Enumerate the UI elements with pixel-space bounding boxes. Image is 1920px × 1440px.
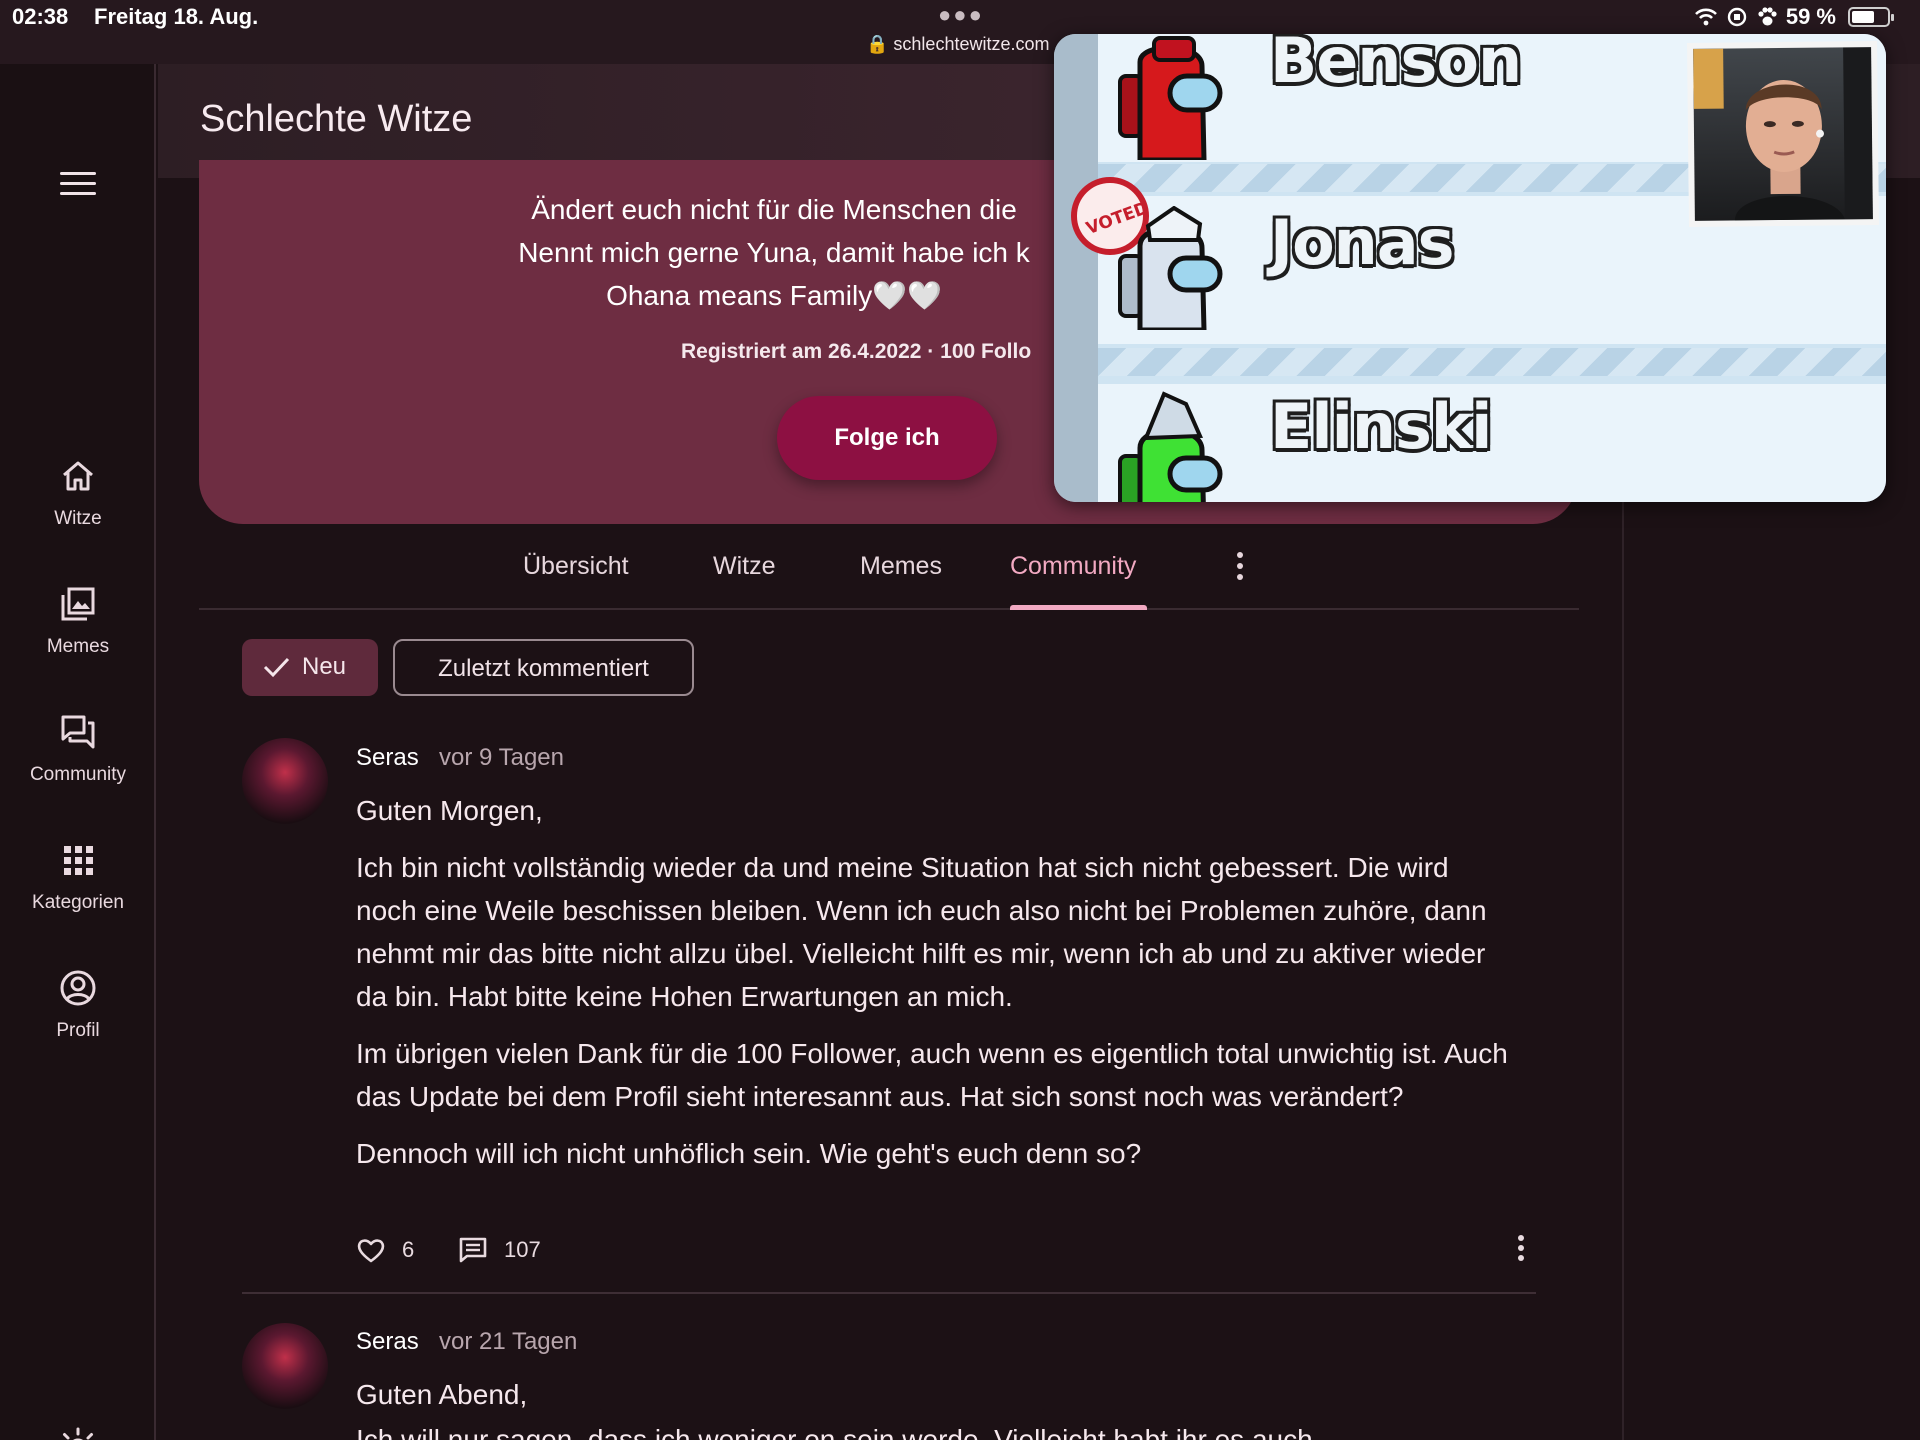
active-tab-indicator (1010, 605, 1147, 610)
sidebar-item-label: Memes (46, 636, 110, 657)
forum-icon (61, 715, 95, 749)
page-title: Schlechte Witze (200, 98, 473, 140)
paw-icon (1758, 7, 1777, 26)
comment-count: 107 (504, 1237, 541, 1262)
chip-label: Neu (302, 653, 347, 680)
multitasking-dots[interactable]: ●●● (938, 2, 984, 28)
apps-grid-icon (64, 846, 93, 875)
avatar[interactable] (242, 738, 328, 824)
account-circle-icon (60, 970, 96, 1006)
post-author[interactable]: Seras (356, 1328, 419, 1356)
profile-tabs: Übersicht Witze Memes Community (199, 524, 1579, 610)
post-greeting: Guten Abend, (356, 1379, 528, 1410)
image-gallery-icon (61, 587, 95, 621)
hamburger-menu-icon[interactable] (60, 172, 96, 196)
post-timestamp: vor 9 Tagen (439, 744, 564, 771)
post-body: Guten Morgen, Ich bin nicht vollständig … (356, 789, 1516, 1189)
avatar[interactable] (242, 1323, 328, 1409)
sidebar-item-label: Community (29, 764, 127, 785)
crewmate-red-icon (1118, 36, 1223, 160)
post-paragraph: Im übrigen vielen Dank für die 100 Follo… (356, 1038, 1508, 1112)
post-greeting: Guten Morgen, (356, 795, 543, 826)
crewmate-lime-icon (1118, 391, 1223, 502)
post-timestamp: vor 21 Tagen (439, 1328, 578, 1355)
tab-witze[interactable]: Witze (713, 552, 776, 581)
content-border (1622, 500, 1624, 1440)
player-name: Jonas (1270, 206, 1455, 279)
post-paragraph: Dennoch will ich nicht unhöflich sein. W… (356, 1138, 1142, 1169)
battery-percent: 59 % (1785, 4, 1836, 29)
sidebar-item-community[interactable]: Community (0, 712, 156, 786)
row-separator (1098, 348, 1886, 376)
sidebar-item-label: Profil (56, 1020, 100, 1041)
url-bar[interactable]: 🔒 schlechtewitze.com (866, 34, 1049, 55)
filter-chip-recent[interactable]: Zuletzt kommentiert (393, 639, 694, 696)
player-name: Benson (1270, 34, 1522, 97)
tab-uebersicht[interactable]: Übersicht (523, 552, 629, 581)
sun-icon[interactable] (56, 1426, 100, 1440)
follow-button[interactable]: Folge ich (777, 396, 997, 480)
crewmate-white-icon (1118, 206, 1223, 330)
post-actions: 6 107 (356, 1235, 1526, 1265)
post-author[interactable]: Seras (356, 744, 419, 772)
sidebar: Witze Memes Community Kategorien Profil (0, 64, 156, 1440)
sidebar-item-label: Kategorien (32, 892, 124, 913)
status-date: Freitag 18. Aug. (94, 4, 259, 29)
orientation-lock-icon (1727, 7, 1747, 27)
wifi-icon (1694, 8, 1717, 26)
url-text: schlechtewitze.com (893, 34, 1050, 54)
post-divider (242, 1292, 1536, 1294)
pip-rail (1054, 34, 1098, 502)
check-icon (263, 657, 290, 678)
comment-icon[interactable] (458, 1235, 488, 1265)
registration-info: Registriert am 26.4.2022 · 100 Follo (681, 340, 1032, 363)
status-icons: 59 % (1694, 4, 1894, 30)
sidebar-item-profil[interactable]: Profil (0, 968, 156, 1042)
more-vert-icon[interactable] (1235, 552, 1245, 584)
tab-community[interactable]: Community (1010, 552, 1136, 581)
webcam-inset (1687, 41, 1879, 227)
filter-chip-new[interactable]: Neu (242, 639, 378, 696)
home-icon (63, 461, 93, 491)
heart-icon[interactable] (356, 1235, 386, 1265)
post-paragraph: Ich bin nicht vollständig wieder da und … (356, 852, 1487, 1012)
sidebar-item-kategorien[interactable]: Kategorien (0, 840, 156, 914)
streamer-face-icon (1693, 47, 1873, 221)
tab-memes[interactable]: Memes (860, 552, 942, 581)
battery-icon (1848, 7, 1894, 27)
player-name: Elinski (1270, 390, 1492, 463)
post-body: Guten Abend, Ich will nur sagen, dass ic… (356, 1373, 1516, 1440)
sidebar-item-label: Witze (54, 508, 102, 529)
sidebar-item-memes[interactable]: Memes (0, 584, 156, 658)
post-paragraph: Ich will nur sagen, dass ich weniger on … (356, 1424, 1313, 1440)
sidebar-item-witze[interactable]: Witze (0, 456, 156, 530)
picture-in-picture-video[interactable]: Benson I VOTED Jonas Elinski (1054, 34, 1886, 502)
more-vert-icon[interactable] (1516, 1235, 1526, 1265)
webcam-feed (1693, 47, 1873, 221)
like-count: 6 (402, 1237, 415, 1262)
status-time: 02:38 (12, 4, 69, 29)
